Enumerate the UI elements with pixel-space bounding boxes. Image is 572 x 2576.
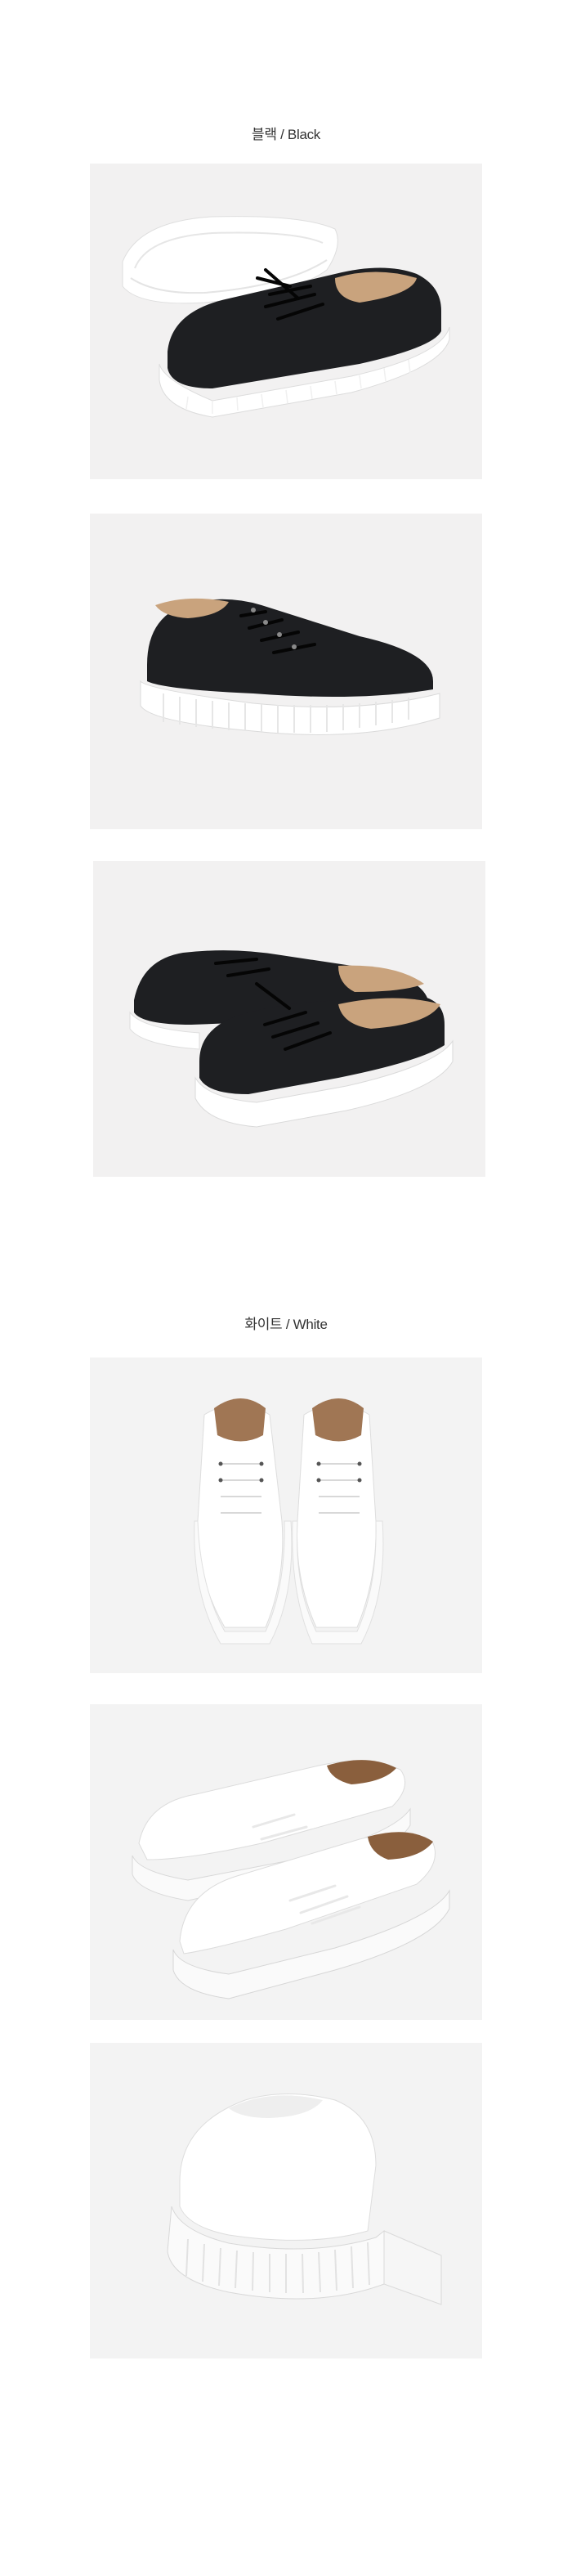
white-sneaker-heel-view — [90, 2043, 482, 2358]
black-sneakers-pair-front-view — [93, 861, 485, 1177]
black-section-title: 블랙 / Black — [251, 127, 321, 142]
black-sneakers-pair-sole-view — [90, 164, 482, 479]
white-sneakers-top-view — [90, 1358, 482, 1673]
white-section-title: 화이트 / White — [244, 1317, 328, 1332]
white-sneakers-pair-angle-view — [90, 1704, 482, 2020]
black-sneaker-side-view — [90, 514, 482, 829]
